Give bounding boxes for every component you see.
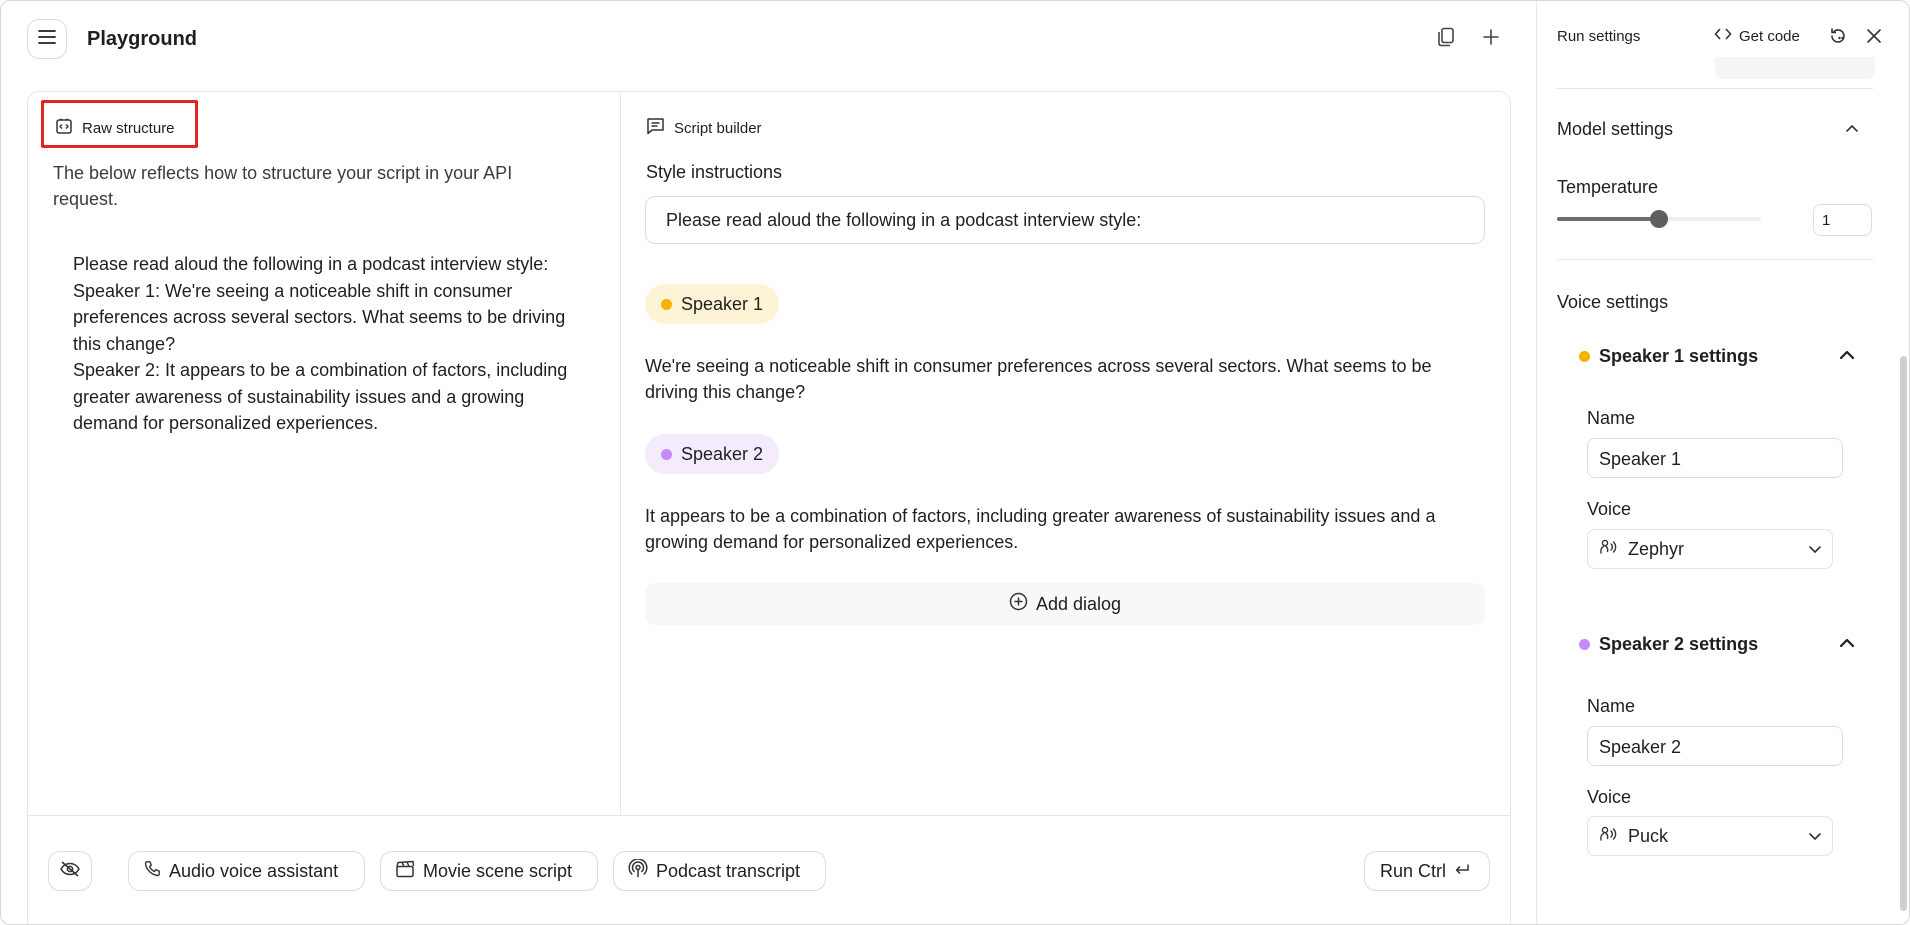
movie-scene-script-label: Movie scene script [423,860,573,881]
copy-icon [1437,27,1455,52]
speaker-1-settings-toggle[interactable] [1838,347,1856,365]
close-button[interactable] [1862,26,1886,50]
script-builder-icon [646,117,665,139]
code-icon [1714,27,1732,45]
model-settings-heading: Model settings [1557,119,1674,139]
get-code-label: Get code [1739,27,1800,45]
temperature-slider-thumb[interactable] [1650,210,1668,228]
panel-divider [1557,88,1873,89]
run-settings-title: Run settings [1557,28,1641,45]
speaker-2-voice-value: Puck [1628,825,1669,846]
speaker-2-voice-select[interactable]: Puck [1587,816,1833,856]
style-instructions-input[interactable]: Please read aloud the following in a pod… [645,196,1485,244]
voice-settings-heading: Voice settings [1557,292,1669,312]
speaker-2-voice-label: Voice [1587,787,1632,807]
bottom-divider [28,815,1510,816]
copy-button[interactable] [1434,27,1458,51]
speaker-2-dialog-text[interactable]: It appears to be a combination of factor… [645,503,1485,555]
speaker-1-settings-label: Speaker 1 settings [1599,346,1759,366]
close-icon [1866,28,1882,49]
speaker-2-chip-label: Speaker 2 [681,443,764,464]
add-circle-icon [1009,592,1028,616]
chevron-up-icon [1839,347,1855,365]
speaker-1-dialog-text[interactable]: We're seeing a noticeable shift in consu… [645,353,1485,405]
temperature-label: Temperature [1557,177,1659,197]
podcast-transcript-button[interactable]: Podcast transcript [613,851,826,891]
speaker-1-name-input[interactable]: Speaker 1 [1587,438,1843,478]
clapperboard-icon [395,860,415,883]
speaker-2-settings-toggle[interactable] [1838,635,1856,653]
raw-structure-intro: The below reflects how to structure your… [53,163,513,209]
podcast-icon [628,857,648,884]
movie-scene-script-button[interactable]: Movie scene script [380,851,598,891]
speaker-1-voice-select[interactable]: Zephyr [1587,529,1833,569]
speaker-2-dot [661,448,672,460]
menu-button[interactable] [27,19,67,59]
chevron-up-icon [1839,635,1855,653]
chevron-down-icon [1808,545,1822,554]
tab-raw-structure-label: Raw structure [82,119,175,137]
add-dialog-button[interactable]: Add dialog [645,583,1485,625]
temperature-input[interactable]: 1 [1813,204,1872,236]
run-button[interactable]: Run Ctrl [1364,851,1490,891]
add-dialog-label: Add dialog [1035,593,1122,614]
raw-structure-text[interactable]: Please read aloud the following in a pod… [73,251,593,437]
voice-icon [1598,537,1618,562]
style-instructions-label: Style instructions [646,162,783,182]
run-label: Run Ctrl [1380,860,1447,881]
tab-raw-structure[interactable]: Raw structure [55,117,175,139]
speaker-2-name-label: Name [1587,696,1636,716]
column-divider [620,93,621,816]
temperature-slider-fill [1557,217,1659,221]
plus-icon [1483,28,1499,50]
speaker-1-chip[interactable]: Speaker 1 [645,284,780,324]
chevron-down-icon [1808,832,1822,841]
voice-icon [1598,824,1618,849]
panel-header-strip [1715,57,1875,79]
enter-key-icon [1454,861,1470,882]
audio-voice-assistant-button[interactable]: Audio voice assistant [128,851,365,891]
speaker-2-settings-heading[interactable]: Speaker 2 settings [1579,634,1758,655]
speaker-2-settings-label: Speaker 2 settings [1599,634,1759,654]
speaker-1-settings-heading[interactable]: Speaker 1 settings [1579,346,1758,367]
raw-line: Speaker 1: We're seeing a noticeable shi… [73,280,566,354]
new-button[interactable] [1479,27,1503,51]
audio-voice-assistant-label: Audio voice assistant [169,860,339,881]
speaker-2-settings-dot [1579,639,1590,650]
raw-structure-icon [55,117,73,139]
speaker-1-voice-value: Zephyr [1628,538,1685,559]
tab-script-builder-label: Script builder [674,119,762,137]
speaker-1-settings-dot [1579,351,1590,362]
speaker-1-voice-label: Voice [1587,499,1632,519]
menu-icon [38,29,56,49]
phone-icon [143,860,161,883]
raw-line: Speaker 2: It appears to be a combinatio… [73,360,568,433]
chevron-up-icon [1845,120,1859,138]
visibility-off-icon [59,860,81,883]
reset-icon [1828,26,1848,51]
speaker-2-chip[interactable]: Speaker 2 [645,434,780,474]
speaker-1-name-label: Name [1587,408,1636,428]
model-settings-toggle[interactable] [1843,120,1861,138]
page-title: Playground [87,28,198,50]
get-code-button[interactable]: Get code [1714,27,1800,45]
speaker-2-name-input[interactable]: Speaker 2 [1587,726,1843,766]
speaker-1-dot [661,298,672,310]
panel-divider [1557,259,1873,260]
app-window: Playground Raw structure The below refle… [0,0,1910,925]
temperature-slider[interactable] [1557,210,1761,228]
reset-button[interactable] [1826,26,1850,50]
tab-script-builder[interactable]: Script builder [646,117,762,139]
panel-scrollbar[interactable] [1900,356,1907,911]
raw-line: Please read aloud the following in a pod… [73,254,549,274]
hide-examples-button[interactable] [48,851,92,891]
podcast-transcript-label: Podcast transcript [656,860,801,881]
speaker-1-chip-label: Speaker 1 [681,293,764,314]
